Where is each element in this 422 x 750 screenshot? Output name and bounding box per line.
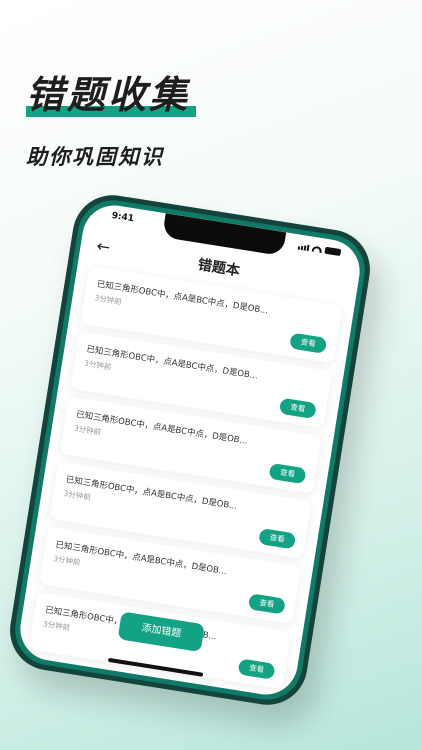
- view-button[interactable]: 查看: [247, 593, 286, 615]
- signal-icon: [297, 243, 310, 252]
- phone-screen: 9:41 ← 错题本 已知三角形OBC中，点A是BC中点，D是OB... 3分钟…: [15, 200, 365, 700]
- view-button[interactable]: 查看: [289, 332, 328, 354]
- question-time: 3分钟前: [93, 293, 123, 307]
- view-button[interactable]: 查看: [268, 462, 307, 485]
- phone-bezel: 9:41 ← 错题本 已知三角形OBC中，点A是BC中点，D是OB... 3分钟…: [10, 195, 370, 705]
- phone-mockup: 9:41 ← 错题本 已知三角形OBC中，点A是BC中点，D是OB... 3分钟…: [4, 189, 376, 711]
- battery-icon: [324, 246, 342, 257]
- wifi-icon: [311, 245, 323, 254]
- hero-subtitle: 助你巩固知识: [26, 145, 164, 169]
- view-button[interactable]: 查看: [278, 397, 317, 420]
- hero-title-text: 错题收集: [26, 73, 191, 117]
- status-icons: [297, 242, 342, 257]
- view-button[interactable]: 查看: [237, 658, 276, 680]
- phone-frame: 9:41 ← 错题本 已知三角形OBC中，点A是BC中点，D是OB... 3分钟…: [4, 189, 376, 711]
- hero-title: 错题收集: [26, 64, 197, 119]
- hero: 错题收集 助你巩固知识: [26, 64, 197, 171]
- question-time: 3分钟前: [83, 358, 112, 372]
- question-time: 3分钟前: [73, 423, 102, 437]
- view-button[interactable]: 查看: [258, 528, 297, 550]
- question-time: 3分钟前: [52, 554, 82, 568]
- status-time: 9:41: [110, 210, 135, 225]
- question-time: 3分钟前: [62, 488, 92, 502]
- question-time: 3分钟前: [42, 619, 71, 633]
